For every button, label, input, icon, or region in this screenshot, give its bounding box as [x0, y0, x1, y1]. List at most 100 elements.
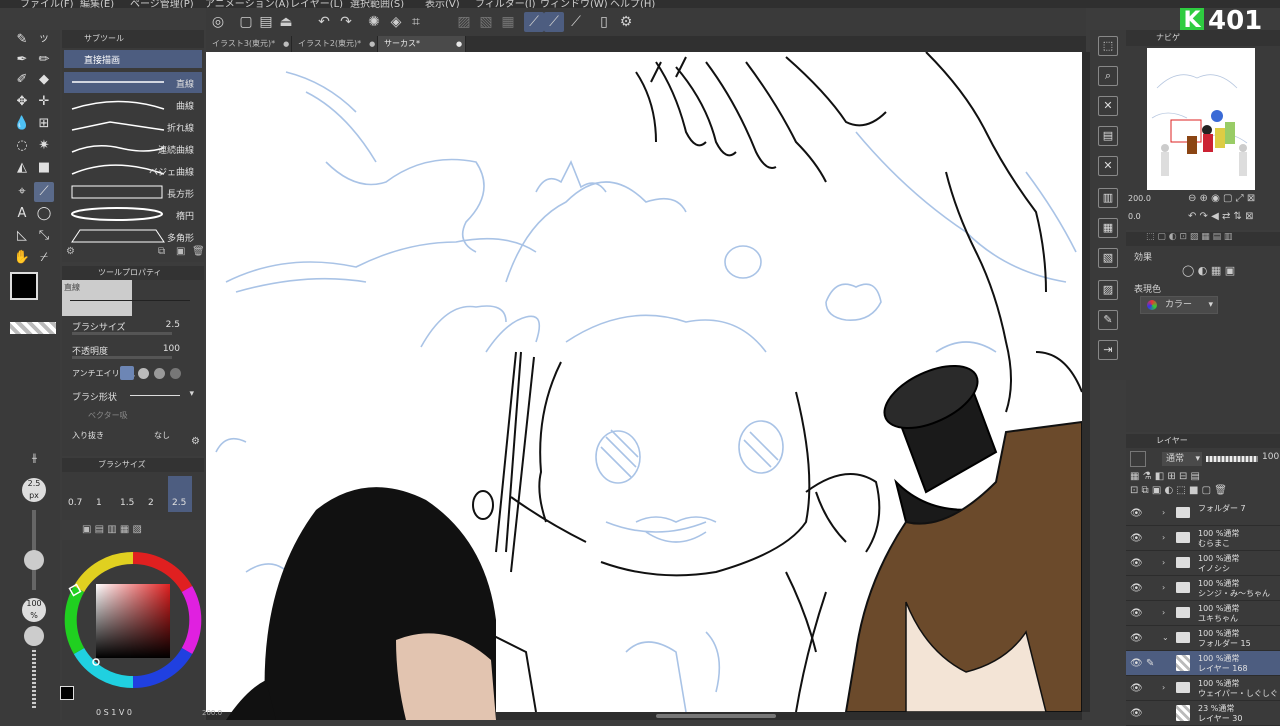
subtool-item-polyline[interactable]: 折れ線: [64, 116, 202, 137]
subtool-item-bezier[interactable]: ベジェ曲線: [64, 160, 202, 181]
item-bank-icon[interactable]: ▦: [1098, 218, 1118, 238]
search-icon[interactable]: ⌕: [1098, 66, 1118, 86]
app-icon[interactable]: ◎: [208, 12, 228, 32]
antialias-option-3[interactable]: [154, 368, 165, 379]
visibility-eye-icon[interactable]: 👁: [1130, 658, 1143, 669]
color-wheel[interactable]: [62, 544, 204, 696]
visibility-eye-icon[interactable]: 👁: [1130, 558, 1143, 569]
new-file-icon[interactable]: ▢: [236, 12, 256, 32]
layer-command-bar[interactable]: ▦ ⚗ ◧ ⊞ ⊟ ▤ ⊡ ⧉ ▣ ◐ ⬚ ■ ▢ 🗑: [1130, 470, 1276, 500]
pen-tool-icon[interactable]: ✎: [12, 30, 32, 50]
open-folder-icon[interactable]: ▤: [256, 12, 276, 32]
sub-view-icon[interactable]: ▧: [1098, 248, 1118, 268]
delete-subtool-icon[interactable]: 🗑: [192, 246, 205, 257]
move-icon[interactable]: ✥: [12, 92, 32, 112]
correct-line-icon[interactable]: ⤡: [34, 226, 54, 246]
visibility-eye-icon[interactable]: 👁: [1130, 583, 1143, 594]
layer-property-icon[interactable]: ⬚: [1098, 36, 1118, 56]
crop-icon[interactable]: ▧: [476, 12, 496, 32]
subtool-settings-icon[interactable]: ⚙: [66, 246, 75, 257]
redo-icon[interactable]: ↷: [336, 12, 356, 32]
tab-illust2[interactable]: イラスト2(東元)* ●: [292, 36, 378, 52]
device-icon[interactable]: ▯: [594, 12, 614, 32]
gradient-icon[interactable]: ■: [34, 158, 54, 178]
deselect-icon[interactable]: ▨: [454, 12, 474, 32]
menu-filter[interactable]: フィルター(I): [475, 0, 536, 8]
opacity-slider-track[interactable]: [32, 648, 36, 708]
chevron-right-icon[interactable]: ›: [1162, 683, 1165, 692]
menu-selection[interactable]: 選択範囲(S): [350, 0, 404, 8]
opacity-value[interactable]: 100: [163, 344, 180, 354]
fill-bucket-icon[interactable]: ◭: [12, 158, 32, 178]
text-icon[interactable]: A: [12, 204, 32, 224]
size-preset[interactable]: 0.7: [68, 498, 82, 508]
size-preset[interactable]: 2: [148, 498, 154, 508]
brush-size-value[interactable]: 2.5: [166, 320, 180, 330]
eraser-icon[interactable]: ◆: [34, 70, 54, 90]
display-color-select[interactable]: カラー ▾: [1140, 296, 1218, 314]
info-icon[interactable]: ▥: [1098, 188, 1118, 208]
copy-subtool-icon[interactable]: ⧉: [158, 246, 165, 257]
menu-view[interactable]: 表示(V): [425, 0, 460, 8]
antialias-property[interactable]: アンチエイリアス: [68, 366, 200, 386]
pencil-icon[interactable]: ✏: [34, 50, 54, 70]
auto-action-icon[interactable]: ✕: [1098, 156, 1118, 176]
brush-icon[interactable]: ✐: [12, 70, 32, 90]
frame-icon[interactable]: ⊞: [34, 114, 54, 134]
layer-row[interactable]: 👁 › フォルダー 7: [1126, 501, 1280, 526]
color-panel-tabs[interactable]: ▣ ▤ ▥ ▦ ▧: [62, 524, 204, 540]
subtool-item-continuous-curve[interactable]: 連続曲線: [64, 138, 202, 159]
object-icon[interactable]: ✛: [34, 92, 54, 112]
chevron-right-icon[interactable]: ›: [1162, 608, 1165, 617]
taper-property[interactable]: 入り抜き なし ⚙: [68, 428, 200, 448]
current-color-small[interactable]: [60, 686, 74, 700]
visibility-eye-icon[interactable]: 👁: [1130, 683, 1143, 694]
visibility-eye-icon[interactable]: 👁: [1130, 708, 1143, 719]
opacity-slider[interactable]: [1206, 456, 1258, 462]
layer-row[interactable]: 👁 ⌄ 100 %通常 フォルダー 15: [1126, 626, 1280, 651]
menu-file[interactable]: ファイル(F): [20, 0, 74, 8]
snap-grid-icon[interactable]: ⟋: [566, 12, 586, 32]
subtool-item-polygon[interactable]: 多角形: [64, 226, 202, 247]
loading-icon[interactable]: ✺: [364, 12, 384, 32]
brush-size-property[interactable]: ブラシサイズ 2.5: [68, 318, 200, 338]
brush-size-bar[interactable]: [72, 332, 172, 335]
tool-menu-icon[interactable]: ツ: [34, 30, 54, 50]
magic-wand-icon[interactable]: ✷: [34, 136, 54, 156]
antialias-option-1[interactable]: [120, 366, 134, 380]
size-preset[interactable]: 1.5: [120, 498, 134, 508]
menu-help[interactable]: ヘルプ(H): [610, 0, 655, 8]
blend-mode-select[interactable]: 通常 ▾: [1162, 452, 1202, 466]
transparent-color-swatch[interactable]: [10, 322, 56, 334]
subtool-group-selected[interactable]: 直接描画: [64, 50, 202, 68]
snap-ruler-icon[interactable]: ⟋: [524, 12, 544, 32]
taper-value[interactable]: なし: [154, 430, 170, 441]
clear-icon[interactable]: ◈: [386, 12, 406, 32]
layer-row[interactable]: 👁 › 100 %通常 ウェイパー・しぐしぐ: [1126, 676, 1280, 701]
tab-illust3[interactable]: イラスト3(東元)* ●: [206, 36, 292, 52]
layer-opacity-value[interactable]: 100: [1262, 452, 1279, 462]
history-icon[interactable]: ▤: [1098, 126, 1118, 146]
ruler-icon[interactable]: ◺: [12, 226, 32, 246]
vertical-scrollbar[interactable]: [1082, 52, 1090, 712]
navigator-rotate-controls[interactable]: ↶ ↷ ◀ ⇄ ⇅ ⊠: [1188, 211, 1253, 222]
navigator-thumbnail[interactable]: [1147, 48, 1255, 190]
lasso-icon[interactable]: ◌: [12, 136, 32, 156]
size-preset[interactable]: 1: [96, 498, 102, 508]
menu-window[interactable]: ウィンドウ(W): [540, 0, 608, 8]
layer-row[interactable]: 👁 23 %通常 レイヤー 30: [1126, 701, 1280, 726]
menu-layer[interactable]: レイヤー(L): [290, 0, 343, 8]
chevron-right-icon[interactable]: ›: [1162, 558, 1165, 567]
brush-shape-property[interactable]: ブラシ形状 ▾: [68, 388, 200, 408]
navigator-zoom-controls[interactable]: ⊖ ⊕ ◉ ▢ ⤢ ⊠: [1188, 193, 1255, 204]
snap-special-ruler-icon[interactable]: ⟋: [544, 12, 564, 32]
layer-property-toolbar[interactable]: ⬚ ▢ ◐ ⊡ ▨ ▦ ▤ ▥: [1126, 232, 1280, 246]
opacity-property[interactable]: 不透明度 100: [68, 342, 200, 362]
opacity-slider-handle[interactable]: [24, 626, 44, 646]
wrench-icon[interactable]: ⚙: [191, 436, 200, 447]
opacity-bar[interactable]: [72, 356, 172, 359]
main-color-swatch[interactable]: [10, 272, 38, 300]
animation-icon[interactable]: ▨: [1098, 280, 1118, 300]
chevron-down-icon[interactable]: ▾: [189, 389, 194, 399]
layer-row[interactable]: 👁 ✎ 100 %通常 レイヤー 168: [1126, 651, 1280, 676]
